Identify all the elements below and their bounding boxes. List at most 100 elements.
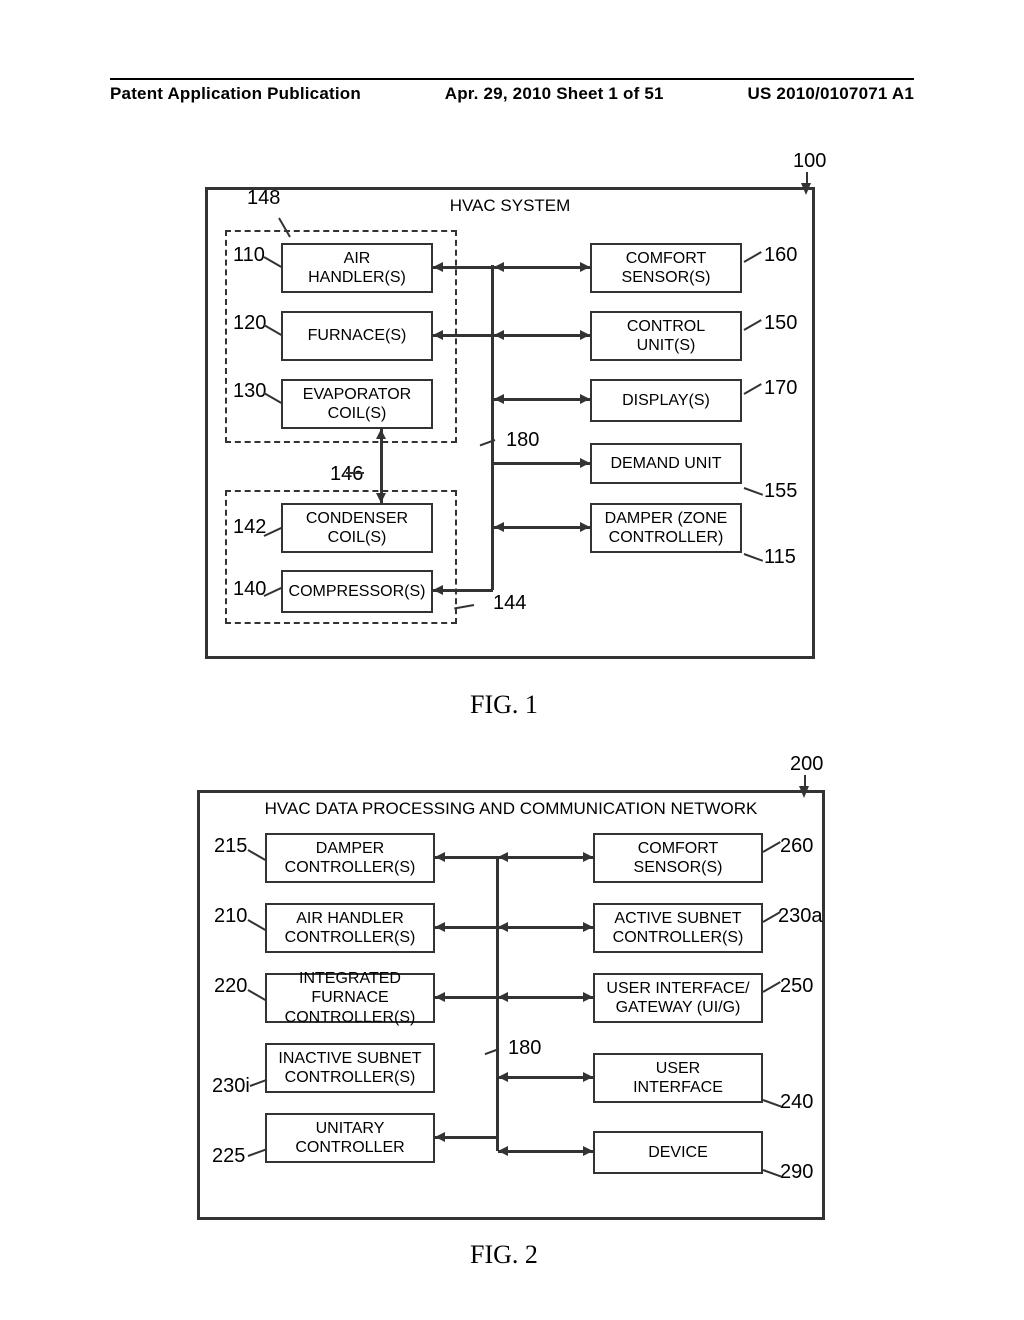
ref-146: 146: [330, 463, 363, 486]
arrowhead-icon: [494, 330, 504, 340]
box-comfort-sensor-2: COMFORT SENSOR(S): [593, 833, 763, 883]
lead-line: [744, 487, 763, 496]
box-air-handler: AIR HANDLER(S): [281, 243, 433, 293]
arrowhead-icon: [498, 1146, 508, 1156]
lead-line: [248, 919, 266, 931]
connector-line: [493, 266, 590, 269]
box-integratedfurnace-ctrl: INTEGRATED FURNACE CONTROLLER(S): [265, 973, 435, 1023]
lead-line: [744, 383, 762, 395]
ref-290: 290: [780, 1161, 813, 1184]
arrowhead-icon: [580, 522, 590, 532]
vertical-bus-line: [491, 265, 494, 590]
arrowhead-icon: [435, 1132, 445, 1142]
header-right: US 2010/0107071 A1: [747, 84, 914, 104]
arrowhead-icon: [580, 262, 590, 272]
ref-210: 210: [214, 905, 247, 928]
ref-150: 150: [764, 312, 797, 335]
arrowhead-icon: [580, 458, 590, 468]
ref-148: 148: [247, 187, 280, 210]
lead-line: [763, 981, 781, 993]
connector-line: [493, 462, 590, 465]
arrowhead-icon: [498, 922, 508, 932]
ref-260: 260: [780, 835, 813, 858]
ref-155: 155: [764, 480, 797, 503]
ref-240: 240: [780, 1091, 813, 1114]
connector-line: [493, 398, 590, 401]
box-display: DISPLAY(S): [590, 379, 742, 422]
ref-100: 100: [793, 150, 826, 173]
lead-line: [454, 604, 474, 609]
arrowhead-icon: [494, 522, 504, 532]
refrigerant-line: [380, 429, 383, 503]
arrowhead-icon: [376, 429, 386, 439]
lead-line: [744, 553, 763, 562]
ref-230i: 230i: [212, 1075, 250, 1098]
arrowhead-icon: [583, 922, 593, 932]
connector-line: [498, 1076, 593, 1079]
box-device: DEVICE: [593, 1131, 763, 1174]
fig1-label: FIG. 1: [470, 690, 538, 720]
arrowhead-icon: [433, 262, 443, 272]
arrowhead-icon: [435, 852, 445, 862]
pointer-arrow-icon: [801, 183, 811, 195]
ref-120: 120: [233, 312, 266, 335]
arrowhead-icon: [583, 992, 593, 1002]
connector-line: [493, 526, 590, 529]
arrowhead-icon: [583, 1072, 593, 1082]
arrowhead-icon: [433, 585, 443, 595]
box-condenser-coil: CONDENSER COIL(S): [281, 503, 433, 553]
arrowhead-icon: [583, 1146, 593, 1156]
arrowhead-icon: [498, 992, 508, 1002]
arrowhead-icon: [498, 852, 508, 862]
connector-line: [493, 334, 590, 337]
ref-250: 250: [780, 975, 813, 998]
ref-220: 220: [214, 975, 247, 998]
box-compressor: COMPRESSOR(S): [281, 570, 433, 613]
ref-215: 215: [214, 835, 247, 858]
box-evaporator-coil: EVAPORATOR COIL(S): [281, 379, 433, 429]
lead-line: [346, 472, 364, 474]
ref-180-fig2: 180: [508, 1037, 541, 1060]
box-unitary-controller: UNITARY CONTROLLER: [265, 1113, 435, 1163]
arrowhead-icon: [498, 1072, 508, 1082]
box-control-unit: CONTROL UNIT(S): [590, 311, 742, 361]
box-demand-unit: DEMAND UNIT: [590, 443, 742, 484]
box-inactive-subnet-ctrl: INACTIVE SUBNET CONTROLLER(S): [265, 1043, 435, 1093]
lead-line: [763, 841, 781, 853]
ref-180: 180: [506, 429, 539, 452]
ref-160: 160: [764, 244, 797, 267]
box-comfort-sensor: COMFORT SENSOR(S): [590, 243, 742, 293]
box-damper-zone: DAMPER (ZONE CONTROLLER): [590, 503, 742, 553]
connector-line: [498, 996, 593, 999]
fig1-title: HVAC SYSTEM: [208, 196, 812, 216]
box-airhandler-controller: AIR HANDLER CONTROLLER(S): [265, 903, 435, 953]
pointer-arrow-icon: [799, 786, 809, 798]
ref-115: 115: [764, 546, 796, 569]
lead-line: [744, 251, 762, 263]
ref-140: 140: [233, 578, 266, 601]
arrowhead-icon: [580, 394, 590, 404]
arrowhead-icon: [580, 330, 590, 340]
ref-110: 110: [233, 244, 265, 267]
box-damper-controller: DAMPER CONTROLLER(S): [265, 833, 435, 883]
arrowhead-icon: [435, 922, 445, 932]
connector-line: [498, 926, 593, 929]
box-active-subnet-ctrl: ACTIVE SUBNET CONTROLLER(S): [593, 903, 763, 953]
ref-230a: 230a: [778, 905, 823, 928]
fig1-hvac-system: HVAC SYSTEM 100 AIR HANDLER(S) FURNACE(S…: [205, 187, 815, 659]
header-left: Patent Application Publication: [110, 84, 361, 104]
box-furnace: FURNACE(S): [281, 311, 433, 361]
arrowhead-icon: [433, 330, 443, 340]
ref-170: 170: [764, 377, 797, 400]
fig2-hvac-network: HVAC DATA PROCESSING AND COMMUNICATION N…: [197, 790, 825, 1220]
ref-200: 200: [790, 753, 823, 776]
ref-225: 225: [212, 1145, 245, 1168]
lead-line: [248, 849, 266, 861]
connector-line: [498, 856, 593, 859]
lead-line: [248, 989, 266, 1001]
arrowhead-icon: [494, 394, 504, 404]
lead-line: [744, 319, 762, 331]
arrowhead-icon: [435, 992, 445, 1002]
connector-line: [498, 1150, 593, 1153]
fig2-label: FIG. 2: [470, 1240, 538, 1270]
